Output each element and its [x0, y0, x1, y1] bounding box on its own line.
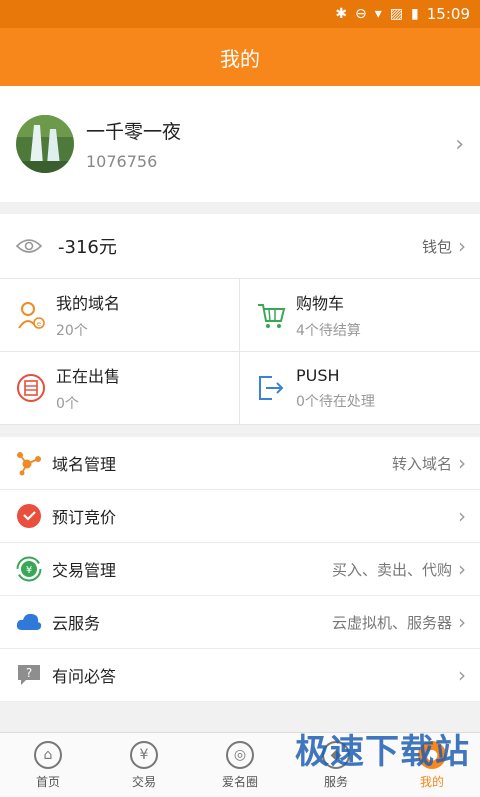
balance-value: -316元 — [58, 237, 117, 258]
quick-title: 正在出售 — [56, 367, 121, 386]
profile-name: 一千零一夜 — [86, 121, 182, 143]
cart-icon — [258, 304, 286, 328]
quick-item-push[interactable]: PUSH 0个待在处理 — [240, 352, 480, 425]
tab-label: 爱名圈 — [221, 774, 258, 789]
trade-icon: ¥ — [16, 556, 42, 582]
status-bar: ✱ ⊖ ▾ ▨ ▮ 15:09 — [0, 0, 480, 28]
quick-sub: 4个待结算 — [296, 323, 361, 339]
wallet-link-label: 钱包 — [421, 237, 452, 256]
battery-icon: ▮ — [411, 6, 419, 22]
chevron-right-icon: › — [458, 234, 466, 258]
tab-trade[interactable]: ¥ 交易 — [96, 733, 192, 797]
wallet-link[interactable]: 钱包 › — [422, 234, 466, 258]
wallet-row[interactable]: -316元 钱包 › — [0, 214, 480, 279]
tab-home[interactable]: ⌂ 首页 — [0, 733, 96, 797]
menu-right: › — [452, 504, 466, 528]
cloud-icon — [16, 613, 42, 630]
wifi-icon: ▾ — [374, 6, 382, 22]
menu-right: › — [452, 663, 466, 687]
quick-sub: 0个待在处理 — [296, 393, 375, 410]
quick-grid: e 我的域名 20个 购物车 4个待结算 正在出售 0个 PUSH 0个待在处理 — [0, 279, 480, 425]
menu-label: 域名管理 — [52, 455, 117, 474]
menu-item-cloud-service[interactable]: 云服务 云虚拟机、服务器 › — [0, 596, 480, 649]
bluetooth-icon: ✱ — [335, 6, 348, 22]
domain-manage-icon — [17, 452, 41, 476]
page-title: 我的 — [220, 46, 260, 71]
eye-icon[interactable] — [16, 237, 42, 255]
menu-label: 有问必答 — [52, 667, 117, 686]
quick-title: 购物车 — [296, 294, 345, 313]
chevron-right-icon: › — [458, 451, 466, 475]
tab-label: 交易 — [131, 774, 156, 789]
quick-title: 我的域名 — [56, 294, 121, 313]
menu-item-trade-manage[interactable]: ¥ 交易管理 买入、卖出、代购 › — [0, 543, 480, 596]
svg-text:e: e — [37, 320, 41, 328]
dnd-icon: ⊖ — [355, 6, 367, 22]
menu-label: 云服务 — [52, 614, 101, 633]
quick-item-selling[interactable]: 正在出售 0个 — [0, 352, 240, 425]
chevron-right-icon: › — [455, 131, 464, 157]
menu-right-text: 云虚拟机、服务器 — [331, 613, 452, 632]
chevron-right-icon: › — [458, 557, 466, 581]
chevron-right-icon: › — [458, 504, 466, 528]
menu-right: 云虚拟机、服务器 › — [332, 610, 466, 634]
quick-sub: 0个 — [56, 396, 79, 412]
quick-title: PUSH — [296, 365, 340, 385]
menu-list: 域名管理 转入域名 › 预订竞价 › ¥ 交易管理 买入、卖出、代购 › 云服务… — [0, 437, 480, 702]
menu-label: 交易管理 — [52, 561, 117, 580]
tab-label: 我的 — [419, 774, 444, 789]
menu-right-text: 转入域名 — [391, 454, 452, 473]
tab-label: 首页 — [35, 774, 60, 789]
menu-right-text: 买入、卖出、代购 — [331, 560, 452, 579]
home-icon: ⌂ — [34, 740, 62, 769]
circle-icon: ◎ — [226, 740, 254, 769]
watermark: 极速下载站 — [295, 732, 470, 772]
profile-id: 1076756 — [86, 152, 158, 171]
sell-tag-icon — [17, 374, 45, 402]
menu-item-domain-manage[interactable]: 域名管理 转入域名 › — [0, 437, 480, 490]
chevron-right-icon: › — [458, 663, 466, 687]
tab-circle[interactable]: ◎ 爱名圈 — [192, 733, 288, 797]
menu-label: 预订竞价 — [52, 508, 117, 527]
no-signal-icon: ▨ — [389, 6, 404, 22]
profile-card[interactable]: 一千零一夜 1076756 › — [0, 86, 480, 202]
chevron-right-icon: › — [458, 610, 466, 634]
menu-right: 转入域名 › — [392, 451, 466, 475]
svg-text:?: ? — [26, 666, 32, 680]
question-icon: ? — [18, 665, 40, 685]
quick-item-cart[interactable]: 购物车 4个待结算 — [240, 279, 480, 352]
page-header: 我的 — [0, 28, 480, 86]
user-domain-icon: e — [18, 302, 45, 329]
clock-icon — [17, 504, 41, 528]
quick-item-my-domains[interactable]: e 我的域名 20个 — [0, 279, 240, 352]
menu-item-reserve-bid[interactable]: 预订竞价 › — [0, 490, 480, 543]
yen-icon: ¥ — [130, 740, 158, 769]
menu-right: 买入、卖出、代购 › — [332, 557, 466, 581]
quick-sub: 20个 — [56, 323, 88, 339]
svg-text:¥: ¥ — [26, 565, 32, 576]
status-time: 15:09 — [426, 5, 470, 23]
avatar — [16, 115, 74, 173]
menu-item-qa[interactable]: ? 有问必答 › — [0, 649, 480, 702]
push-icon — [259, 376, 284, 400]
tab-label: 服务 — [323, 774, 348, 789]
